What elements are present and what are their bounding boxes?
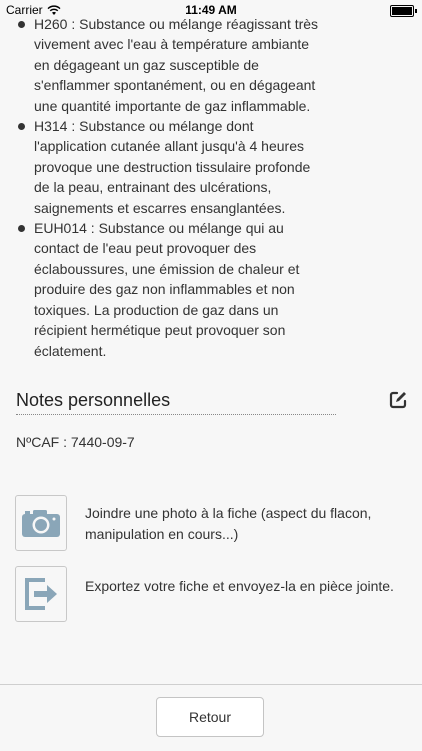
hazard-text: H260 : Substance ou mélange réagissant t…	[34, 16, 319, 114]
camera-icon	[22, 510, 60, 537]
hazard-list: H260 : Substance ou mélange réagissant t…	[14, 14, 324, 361]
edit-icon[interactable]	[388, 390, 408, 410]
export-button[interactable]	[15, 566, 67, 622]
back-button[interactable]: Retour	[156, 697, 264, 737]
hazard-text: H314 : Substance ou mélange dont l'appli…	[34, 118, 311, 216]
export-label: Exportez votre fiche et envoyez-la en pi…	[85, 578, 394, 594]
cas-number: NºCAF : 7440-09-7	[16, 434, 135, 450]
notes-section-title: Notes personnelles	[16, 390, 336, 415]
bullet-icon	[18, 123, 25, 131]
export-action[interactable]: Exportez votre fiche et envoyez-la en pi…	[15, 566, 410, 622]
hazard-item: H314 : Substance ou mélange dont l'appli…	[14, 116, 324, 218]
bullet-icon	[18, 21, 25, 28]
hazard-item: EUH014 : Substance ou mélange qui au con…	[14, 218, 324, 361]
bottom-toolbar: Retour	[0, 684, 422, 751]
export-icon	[25, 578, 57, 610]
hazard-text: EUH014 : Substance ou mélange qui au con…	[34, 220, 300, 359]
hazard-item: H260 : Substance ou mélange réagissant t…	[14, 14, 324, 116]
attach-photo-action[interactable]: Joindre une photo à la fiche (aspect du …	[15, 495, 410, 551]
attach-photo-label: Joindre une photo à la fiche (aspect du …	[85, 505, 372, 542]
bullet-icon	[18, 225, 25, 233]
battery-icon	[390, 5, 417, 17]
attach-photo-button[interactable]	[15, 495, 67, 551]
